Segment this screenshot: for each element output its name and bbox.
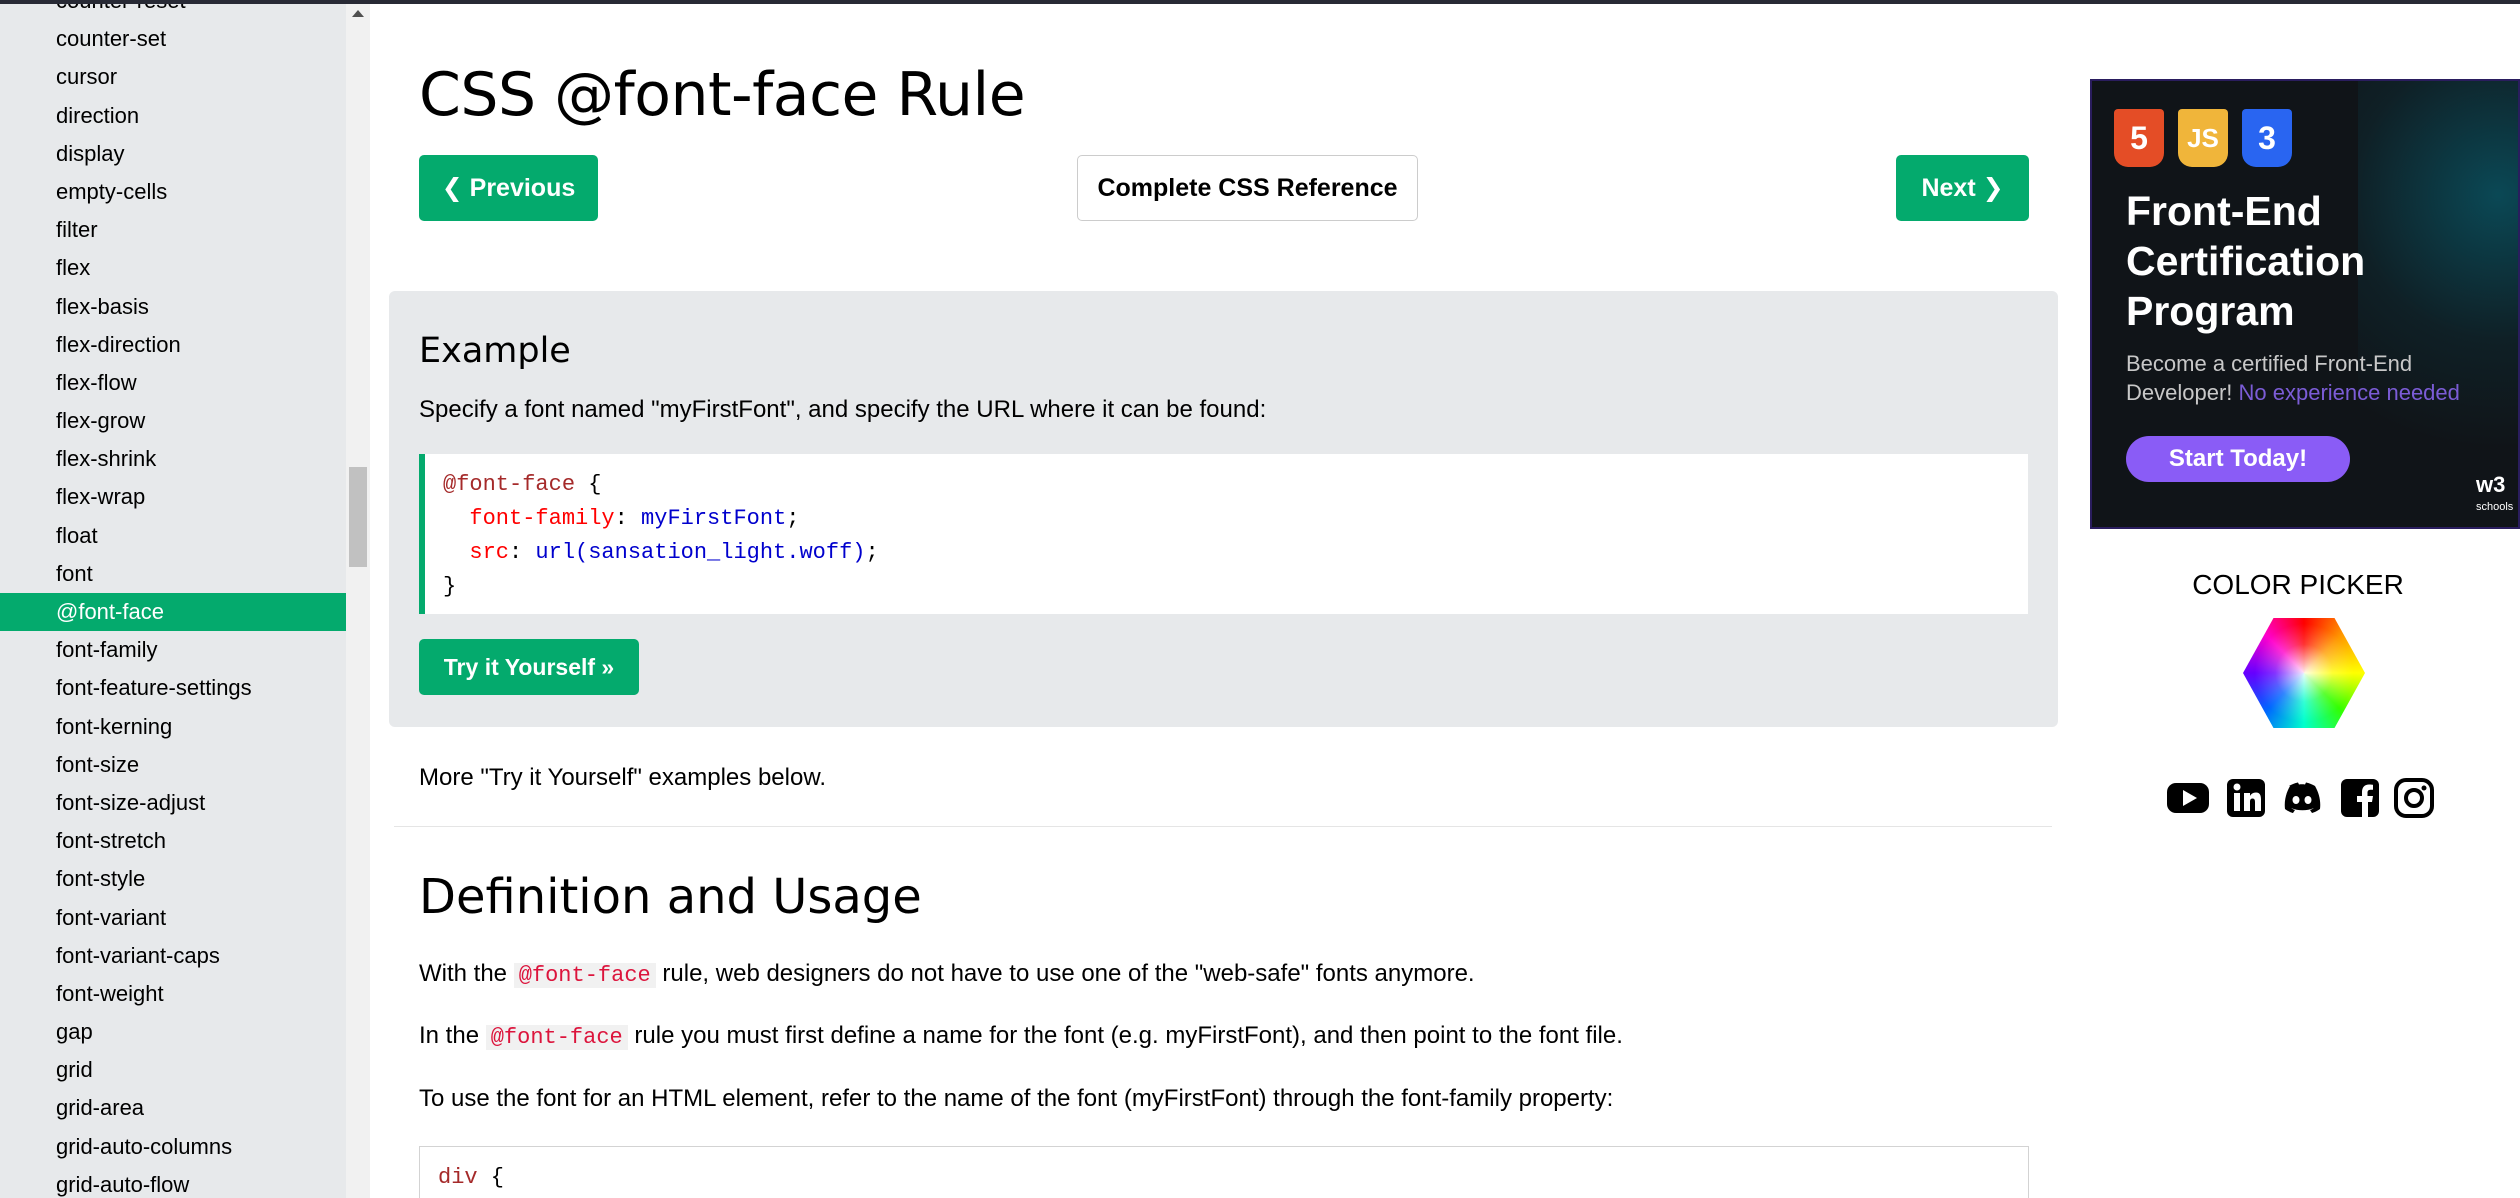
code-line-3: src: url(sansation_light.woff); <box>469 540 879 565</box>
discord-icon[interactable] <box>2280 776 2324 820</box>
sidebar-item-font-feature-settings[interactable]: font-feature-settings <box>0 669 346 707</box>
sidebar-item-gap[interactable]: gap <box>0 1013 346 1051</box>
main-content: CSS @font-face Rule ❮ Previous Complete … <box>370 4 2076 1198</box>
sidebar-item-flex-shrink[interactable]: flex-shrink <box>0 440 346 478</box>
sidebar-item-flex-direction[interactable]: flex-direction <box>0 326 346 364</box>
ad-subtitle: Become a certified Front-End Developer! … <box>2126 351 2460 405</box>
css3-icon: 3 <box>2242 109 2292 167</box>
example-description: Specify a font named "myFirstFont", and … <box>419 396 1267 423</box>
code-line-4: } <box>443 574 457 599</box>
sidebar-item-font-size[interactable]: font-size <box>0 746 346 784</box>
sidebar-item-empty-cells[interactable]: empty-cells <box>0 173 346 211</box>
sidebar-item-flex[interactable]: flex <box>0 249 346 287</box>
sidebar-item-float[interactable]: float <box>0 517 346 555</box>
definition-code: div { <box>419 1146 2029 1198</box>
code-line-1: @font-face { <box>443 472 602 497</box>
w3schools-logo: w3 schools <box>2476 472 2514 514</box>
html5-icon: 5 <box>2114 109 2164 167</box>
sidebar-item-cursor[interactable]: cursor <box>0 58 346 96</box>
youtube-icon[interactable] <box>2166 776 2210 820</box>
linkedin-icon[interactable] <box>2224 776 2268 820</box>
example-box: Example Specify a font named "myFirstFon… <box>389 291 2058 727</box>
sidebar-item-font-variant-caps[interactable]: font-variant-caps <box>0 937 346 975</box>
sidebar-item-display[interactable]: display <box>0 135 346 173</box>
js-icon: JS <box>2178 109 2228 167</box>
example-heading: Example <box>419 331 571 371</box>
definition-paragraph-1: With the @font-face rule, web designers … <box>419 960 1475 988</box>
sidebar-item-flex-wrap[interactable]: flex-wrap <box>0 478 346 516</box>
sidebar-item-font-style[interactable]: font-style <box>0 860 346 898</box>
sidebar-item-grid-auto-flow[interactable]: grid-auto-flow <box>0 1166 346 1198</box>
sidebar-item-font-family[interactable]: font-family <box>0 631 346 669</box>
color-picker-icon[interactable] <box>2243 618 2365 728</box>
sidebar-item-counter-reset[interactable]: counter-reset <box>0 4 346 20</box>
ad-title: Front-End Certification Program <box>2126 188 2366 334</box>
facebook-icon[interactable] <box>2338 776 2382 820</box>
sidebar-item-flex-basis[interactable]: flex-basis <box>0 288 346 326</box>
sidebar-item-font-size-adjust[interactable]: font-size-adjust <box>0 784 346 822</box>
inline-code: @font-face <box>485 1025 628 1050</box>
sidebar-item-font-weight[interactable]: font-weight <box>0 975 346 1013</box>
definition-heading: Definition and Usage <box>419 869 922 925</box>
previous-button[interactable]: ❮ Previous <box>419 155 598 221</box>
code-line-2: font-family: myFirstFont; <box>469 506 800 531</box>
sidebar-item-font-stretch[interactable]: font-stretch <box>0 822 346 860</box>
sidebar-item-flex-flow[interactable]: flex-flow <box>0 364 346 402</box>
sidebar-scrollbar[interactable] <box>346 4 370 1198</box>
definition-paragraph-3: To use the font for an HTML element, ref… <box>419 1085 1614 1112</box>
sidebar-item-grid[interactable]: grid <box>0 1051 346 1089</box>
right-column: 5 JS 3 Front-End Certification Program B… <box>2076 4 2520 1198</box>
sidebar: counter-resetcounter-setcursordirectiond… <box>0 4 346 1198</box>
definition-paragraph-2: In the @font-face rule you must first de… <box>419 1022 1623 1050</box>
next-button[interactable]: Next ❯ <box>1896 155 2029 221</box>
instagram-icon[interactable] <box>2392 776 2436 820</box>
page-title: CSS @font-face Rule <box>419 60 1026 130</box>
scroll-thumb[interactable] <box>349 467 367 567</box>
complete-css-reference-button[interactable]: Complete CSS Reference <box>1077 155 1418 221</box>
more-examples-text: More "Try it Yourself" examples below. <box>419 764 826 791</box>
sidebar-item-font-variant[interactable]: font-variant <box>0 899 346 937</box>
inline-code: @font-face <box>513 963 656 988</box>
scroll-up-arrow-icon[interactable] <box>352 10 364 17</box>
sidebar-list: counter-resetcounter-setcursordirectiond… <box>0 4 346 1198</box>
sidebar-item-filter[interactable]: filter <box>0 211 346 249</box>
try-it-yourself-button[interactable]: Try it Yourself » <box>419 639 639 695</box>
example-code: @font-face { font-family: myFirstFont; s… <box>419 454 2028 614</box>
certification-ad[interactable]: 5 JS 3 Front-End Certification Program B… <box>2090 79 2520 529</box>
sidebar-item-grid-auto-columns[interactable]: grid-auto-columns <box>0 1128 346 1166</box>
sidebar-item-grid-area[interactable]: grid-area <box>0 1089 346 1127</box>
start-today-button[interactable]: Start Today! <box>2126 436 2350 482</box>
divider <box>394 826 2052 827</box>
sidebar-item-font[interactable]: font <box>0 555 346 593</box>
sidebar-item-flex-grow[interactable]: flex-grow <box>0 402 346 440</box>
color-picker-title: COLOR PICKER <box>2192 569 2404 600</box>
sidebar-item-font-kerning[interactable]: font-kerning <box>0 708 346 746</box>
sidebar-item-font-face[interactable]: @font-face <box>0 593 346 632</box>
sidebar-item-direction[interactable]: direction <box>0 97 346 135</box>
sidebar-item-counter-set[interactable]: counter-set <box>0 20 346 58</box>
